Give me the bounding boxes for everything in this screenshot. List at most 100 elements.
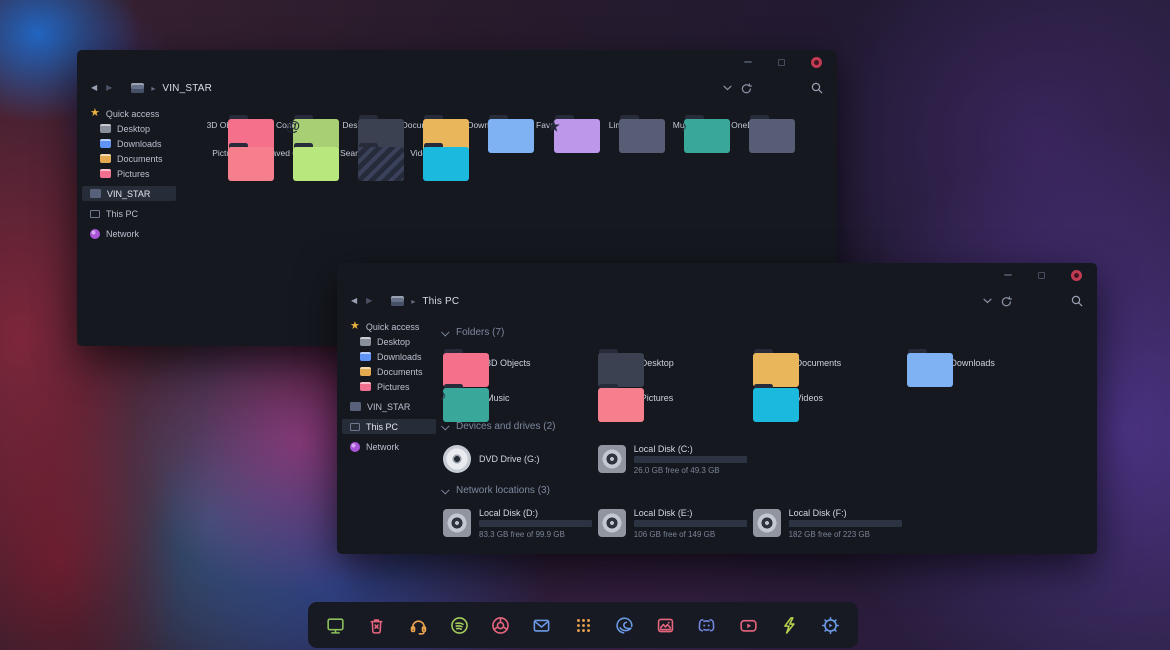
drive-tile-local-disk-d-[interactable]: Local Disk (D:)83.3 GB free of 99.9 GB bbox=[443, 503, 598, 543]
folder-body bbox=[228, 147, 274, 181]
sidebar-item-documents[interactable]: Documents bbox=[82, 151, 176, 166]
sidebar-item-label: Quick access bbox=[366, 322, 432, 332]
folder-tile-3d-objects[interactable]: 3D Objects bbox=[443, 345, 598, 380]
sidebar-item-documents[interactable]: Documents bbox=[342, 364, 436, 379]
folder-body bbox=[598, 353, 644, 387]
breadcrumb[interactable]: ▸ This PC bbox=[391, 296, 459, 307]
dock-item-headset[interactable] bbox=[408, 615, 429, 636]
back-button[interactable]: ◀ bbox=[351, 297, 357, 305]
sidebar-item-label: Downloads bbox=[377, 352, 422, 362]
dock-item-discord[interactable] bbox=[696, 615, 717, 636]
section-header-devices[interactable]: Devices and drives (2) bbox=[443, 421, 1097, 432]
folder-tile-documents[interactable]: Documents bbox=[753, 345, 908, 380]
sidebar-item-label: Desktop bbox=[377, 337, 416, 347]
folder-body bbox=[749, 119, 795, 153]
titlebar[interactable] bbox=[77, 50, 837, 74]
dock-item-edge[interactable] bbox=[614, 615, 635, 636]
minimize-button[interactable] bbox=[744, 61, 752, 63]
sidebar-item-pictures[interactable]: Pictures bbox=[342, 379, 436, 394]
sidebar-item-label: Network bbox=[106, 229, 172, 239]
sidebar: ★Quick access Desktop DownloadsDocumentsPi… bbox=[77, 102, 181, 346]
drive-info: Local Disk (C:)26.0 GB free of 49.3 GB bbox=[634, 444, 747, 475]
dvd-drive-icon bbox=[443, 445, 471, 473]
breadcrumb-folder-icon bbox=[131, 83, 144, 93]
close-button[interactable] bbox=[811, 57, 822, 68]
sidebar-item-label: Pictures bbox=[377, 382, 416, 392]
forward-button[interactable]: ▶ bbox=[366, 297, 372, 305]
section-header-network[interactable]: Network locations (3) bbox=[443, 485, 1097, 496]
drive-tile-local-disk-c-[interactable]: Local Disk (C:)26.0 GB free of 49.3 GB bbox=[598, 439, 753, 479]
folder-icon bbox=[100, 169, 111, 178]
section-header-folders[interactable]: Folders (7) bbox=[443, 327, 1097, 338]
globe-icon bbox=[90, 229, 100, 239]
dock-item-spotify[interactable] bbox=[449, 615, 470, 636]
sidebar-item-desktop[interactable]: Desktop bbox=[82, 121, 176, 136]
minimize-button[interactable] bbox=[1004, 274, 1012, 276]
breadcrumb-label: This PC bbox=[422, 296, 459, 307]
drive-tile-local-disk-f-[interactable]: Local Disk (F:)182 GB free of 223 GB bbox=[753, 503, 908, 543]
hard-disk-icon bbox=[598, 509, 626, 537]
star-icon: ★ bbox=[350, 321, 360, 332]
folder-symbol-glyph: ♪ bbox=[680, 119, 687, 133]
dock-item-monitor[interactable] bbox=[325, 615, 346, 636]
dock-item-chrome[interactable] bbox=[490, 615, 511, 636]
pin-icon bbox=[422, 382, 432, 392]
folder-icon bbox=[360, 337, 371, 346]
folder-tile-desktop[interactable]: Desktop bbox=[598, 345, 753, 380]
dock-item-deviantart[interactable] bbox=[779, 615, 800, 636]
monitor-icon bbox=[325, 615, 346, 636]
thispc-view: Folders (7) 3D ObjectsDesktopDocumentsDo… bbox=[441, 315, 1097, 554]
sidebar-item-desktop[interactable]: Desktop bbox=[342, 334, 436, 349]
sidebar-item-downloads[interactable]: Downloads bbox=[82, 136, 176, 151]
dock-item-mail[interactable] bbox=[531, 615, 552, 636]
search-icon[interactable] bbox=[1071, 295, 1083, 307]
sidebar-item-quick-access[interactable]: ★ Quick access bbox=[342, 319, 436, 334]
sidebar-item-vin_star[interactable]: VIN_STAR bbox=[342, 399, 436, 414]
titlebar[interactable] bbox=[337, 263, 1097, 287]
folder-icon bbox=[753, 349, 787, 377]
folders-grid: 3D ObjectsDesktopDocumentsDownloads♪Musi… bbox=[443, 345, 1068, 415]
dock-item-recycle-bin[interactable] bbox=[366, 615, 387, 636]
sidebar-item-network[interactable]: Network bbox=[82, 226, 176, 241]
section-title: Folders (7) bbox=[456, 327, 504, 338]
sidebar-item-pictures[interactable]: Pictures bbox=[82, 166, 176, 181]
back-button[interactable]: ◀ bbox=[91, 84, 97, 92]
chevron-down-icon[interactable] bbox=[983, 298, 992, 304]
pin-icon bbox=[169, 154, 172, 164]
folder-tile-downloads[interactable]: Downloads bbox=[907, 345, 1062, 380]
sidebar-item-quick-access[interactable]: ★Quick access bbox=[82, 106, 176, 121]
sidebar-item-this-pc[interactable]: This PC bbox=[82, 206, 176, 221]
drive-tile-local-disk-e-[interactable]: Local Disk (E:)106 GB free of 149 GB bbox=[598, 503, 753, 543]
forward-button[interactable]: ▶ bbox=[106, 84, 112, 92]
search-icon[interactable] bbox=[811, 82, 823, 94]
section-title: Devices and drives (2) bbox=[456, 421, 555, 432]
sidebar-item-vin_star[interactable]: VIN_STAR bbox=[82, 186, 176, 201]
sidebar-item-network[interactable]: Network bbox=[342, 439, 436, 454]
sidebar-item-this-pc[interactable]: This PC bbox=[342, 419, 436, 434]
drive-name: Local Disk (F:) bbox=[789, 508, 902, 518]
section-title: Network locations (3) bbox=[456, 485, 550, 496]
disk-usage-bar bbox=[634, 520, 747, 527]
maximize-button[interactable] bbox=[778, 59, 785, 66]
maximize-button[interactable] bbox=[1038, 272, 1045, 279]
collapse-chevron-icon bbox=[441, 328, 449, 336]
breadcrumb[interactable]: ▸ VIN_STAR bbox=[131, 83, 212, 94]
close-button[interactable] bbox=[1071, 270, 1082, 281]
folder-body bbox=[488, 119, 534, 153]
refresh-icon[interactable] bbox=[1001, 296, 1012, 307]
dock-item-app-grid[interactable] bbox=[573, 615, 594, 636]
refresh-icon[interactable] bbox=[741, 83, 752, 94]
folder-body bbox=[554, 119, 600, 153]
sidebar-item-label: Desktop bbox=[117, 124, 156, 134]
sidebar-item-label: Quick access bbox=[106, 109, 172, 119]
drive-tile-dvd-drive-g-[interactable]: DVD Drive (G:) bbox=[443, 439, 598, 479]
chevron-down-icon[interactable] bbox=[723, 85, 732, 91]
dock-item-settings[interactable] bbox=[820, 615, 841, 636]
folder-icon bbox=[443, 349, 477, 377]
folder-item-3d-objects[interactable]: 3D Objects bbox=[195, 115, 260, 130]
dock-item-youtube[interactable] bbox=[738, 615, 759, 636]
sidebar-item-downloads[interactable]: Downloads bbox=[342, 349, 436, 364]
breadcrumb-folder-icon bbox=[391, 296, 404, 306]
breadcrumb-label: VIN_STAR bbox=[162, 83, 212, 94]
dock-item-photos[interactable] bbox=[655, 615, 676, 636]
